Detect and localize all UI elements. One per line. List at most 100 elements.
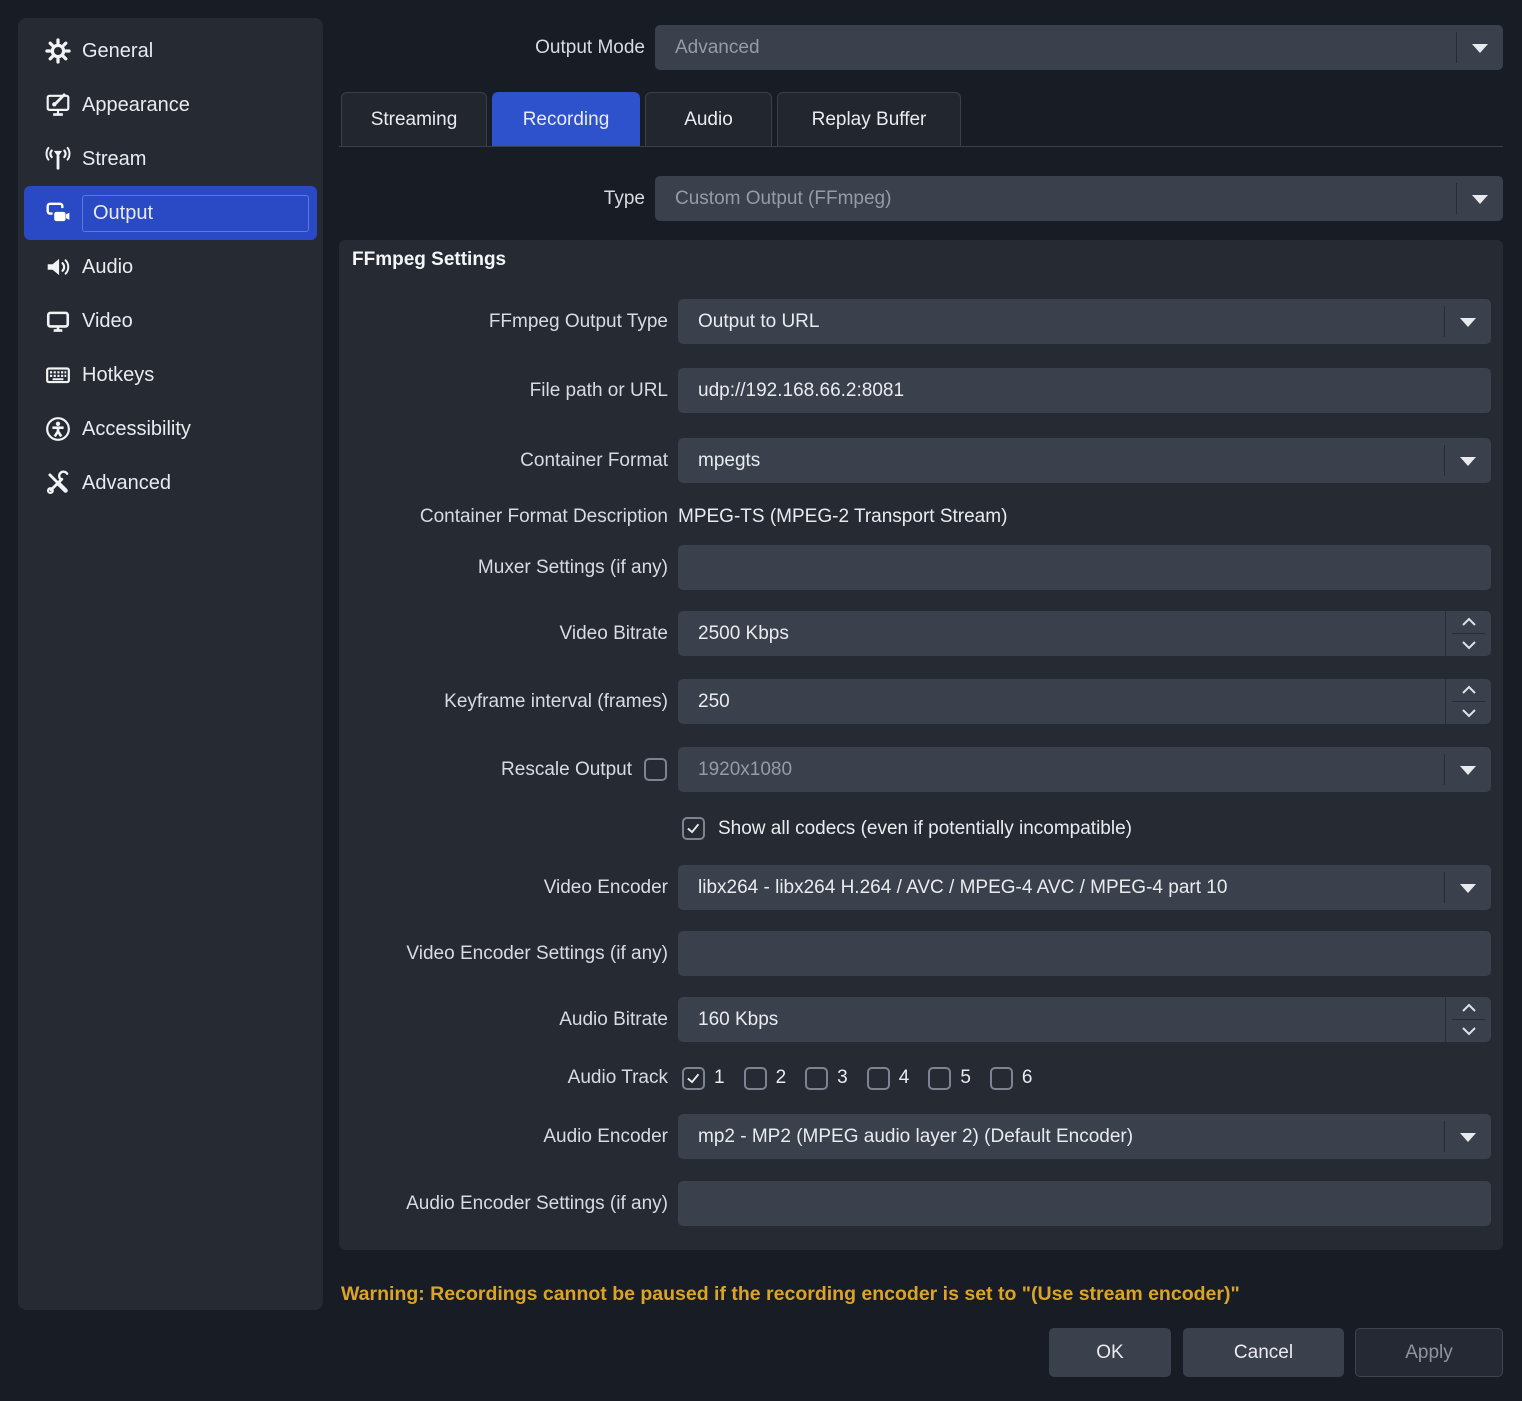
- audio-track-6: 6: [990, 1067, 1033, 1090]
- sidebar-item-label: General: [82, 40, 153, 63]
- show-all-codecs-row: Show all codecs (even if potentially inc…: [339, 817, 1503, 841]
- sidebar-item-hotkeys[interactable]: Hotkeys: [24, 348, 317, 402]
- sidebar-item-label: Advanced: [82, 472, 171, 495]
- sidebar-item-label: Video: [82, 310, 133, 333]
- sidebar-item-label: Output: [82, 195, 309, 232]
- audio-track-row: Audio Track 1 2 3 4: [339, 1066, 1503, 1090]
- recording-type-row: Type Custom Output (FFmpeg): [339, 176, 1503, 221]
- chevron-down-icon: [1472, 44, 1488, 53]
- gear-icon: [44, 37, 72, 65]
- tools-icon: [44, 469, 72, 497]
- spin-down-icon[interactable]: [1446, 634, 1491, 656]
- ffmpeg-output-type-select[interactable]: Output to URL: [678, 299, 1491, 344]
- audio-track-2-checkbox[interactable]: [744, 1067, 767, 1090]
- sidebar-item-label: Hotkeys: [82, 364, 154, 387]
- sidebar-item-advanced[interactable]: Advanced: [24, 456, 317, 510]
- sidebar-item-output[interactable]: Output: [24, 186, 317, 240]
- audio-encoder-settings-input[interactable]: [678, 1181, 1491, 1226]
- container-format-row: Container Format mpegts: [339, 438, 1503, 483]
- chevron-down-icon: [1460, 457, 1476, 466]
- muxer-settings-input[interactable]: [678, 545, 1491, 590]
- container-format-description-value: MPEG-TS (MPEG-2 Transport Stream): [678, 505, 1491, 529]
- tab-audio[interactable]: Audio: [645, 92, 772, 147]
- accessibility-icon: [44, 415, 72, 443]
- video-encoder-row: Video Encoder libx264 - libx264 H.264 / …: [339, 865, 1503, 910]
- audio-track-4-checkbox[interactable]: [867, 1067, 890, 1090]
- muxer-settings-row: Muxer Settings (if any): [339, 545, 1503, 590]
- rescale-output-checkbox[interactable]: [644, 758, 667, 781]
- audio-track-3: 3: [805, 1067, 848, 1090]
- audio-bitrate-spinner[interactable]: 160 Kbps: [678, 997, 1491, 1042]
- ffmpeg-settings-group: FFmpeg Settings FFmpeg Output Type Outpu…: [339, 240, 1503, 1250]
- settings-sidebar: General Appearance: [18, 18, 323, 1310]
- sidebar-item-general[interactable]: General: [24, 24, 317, 78]
- sidebar-item-accessibility[interactable]: Accessibility: [24, 402, 317, 456]
- audio-encoder-row: Audio Encoder mp2 - MP2 (MPEG audio laye…: [339, 1114, 1503, 1159]
- container-format-description-row: Container Format Description MPEG-TS (MP…: [339, 505, 1503, 529]
- ffmpeg-output-type-row: FFmpeg Output Type Output to URL: [339, 299, 1503, 344]
- spin-up-icon[interactable]: [1446, 611, 1491, 633]
- output-mode-select[interactable]: Advanced: [655, 25, 1503, 70]
- chevron-down-icon: [1460, 884, 1476, 893]
- audio-track-checkboxes: 1 2 3 4 5: [682, 1066, 1032, 1090]
- video-encoder-settings-row: Video Encoder Settings (if any): [339, 931, 1503, 976]
- video-encoder-settings-input[interactable]: [678, 931, 1491, 976]
- rescale-resolution-select[interactable]: 1920x1080: [678, 747, 1491, 792]
- audio-track-3-checkbox[interactable]: [805, 1067, 828, 1090]
- sidebar-item-audio[interactable]: Audio: [24, 240, 317, 294]
- video-encoder-select[interactable]: libx264 - libx264 H.264 / AVC / MPEG-4 A…: [678, 865, 1491, 910]
- speaker-icon: [44, 253, 72, 281]
- recording-type-value: Custom Output (FFmpeg): [655, 176, 1503, 221]
- video-bitrate-row: Video Bitrate 2500 Kbps: [339, 611, 1503, 656]
- show-all-codecs-label: Show all codecs (even if potentially inc…: [718, 817, 1132, 841]
- chevron-down-icon: [1460, 318, 1476, 327]
- tab-recording[interactable]: Recording: [492, 92, 640, 147]
- rescale-output-row: Rescale Output 1920x1080: [339, 747, 1503, 792]
- recording-warning-text: Warning: Recordings cannot be paused if …: [341, 1283, 1505, 1306]
- spin-up-icon[interactable]: [1446, 997, 1491, 1019]
- sidebar-item-label: Accessibility: [82, 418, 191, 441]
- file-path-input[interactable]: udp://192.168.66.2:8081: [678, 368, 1491, 413]
- chevron-down-icon: [1460, 1133, 1476, 1142]
- keyframe-interval-spinner[interactable]: 250: [678, 679, 1491, 724]
- sidebar-item-stream[interactable]: Stream: [24, 132, 317, 186]
- file-path-row: File path or URL udp://192.168.66.2:8081: [339, 368, 1503, 413]
- tab-streaming[interactable]: Streaming: [341, 92, 487, 147]
- audio-track-6-checkbox[interactable]: [990, 1067, 1013, 1090]
- tab-pane-border: [339, 146, 1503, 147]
- keyboard-icon: [44, 361, 72, 389]
- audio-track-5: 5: [928, 1067, 971, 1090]
- audio-bitrate-row: Audio Bitrate 160 Kbps: [339, 997, 1503, 1042]
- container-format-select[interactable]: mpegts: [678, 438, 1491, 483]
- keyframe-interval-row: Keyframe interval (frames) 250: [339, 679, 1503, 724]
- recording-type-select[interactable]: Custom Output (FFmpeg): [655, 176, 1503, 221]
- audio-encoder-settings-row: Audio Encoder Settings (if any): [339, 1181, 1503, 1226]
- video-bitrate-spinner[interactable]: 2500 Kbps: [678, 611, 1491, 656]
- ok-button[interactable]: OK: [1049, 1328, 1171, 1377]
- appearance-icon: [44, 91, 72, 119]
- audio-encoder-select[interactable]: mp2 - MP2 (MPEG audio layer 2) (Default …: [678, 1114, 1491, 1159]
- output-mode-row: Output Mode Advanced: [339, 25, 1503, 70]
- audio-track-1: 1: [682, 1067, 725, 1090]
- settings-dialog: General Appearance: [0, 0, 1522, 1401]
- sidebar-item-appearance[interactable]: Appearance: [24, 78, 317, 132]
- sidebar-item-video[interactable]: Video: [24, 294, 317, 348]
- chevron-down-icon: [1460, 766, 1476, 775]
- type-label: Type: [339, 176, 645, 221]
- output-mode-label: Output Mode: [339, 25, 645, 70]
- audio-track-5-checkbox[interactable]: [928, 1067, 951, 1090]
- output-mode-value: Advanced: [655, 25, 1503, 70]
- group-title: FFmpeg Settings: [352, 249, 506, 271]
- apply-button[interactable]: Apply: [1355, 1328, 1503, 1377]
- spin-down-icon[interactable]: [1446, 1020, 1491, 1042]
- show-all-codecs-checkbox[interactable]: [682, 817, 705, 840]
- audio-track-1-checkbox[interactable]: [682, 1067, 705, 1090]
- spin-down-icon[interactable]: [1446, 702, 1491, 724]
- tab-replay-buffer[interactable]: Replay Buffer: [777, 92, 961, 147]
- sidebar-item-label: Stream: [82, 148, 146, 171]
- cancel-button[interactable]: Cancel: [1183, 1328, 1344, 1377]
- audio-track-2: 2: [744, 1067, 787, 1090]
- output-camera-icon: [44, 199, 72, 227]
- sidebar-item-label: Appearance: [82, 94, 190, 117]
- spin-up-icon[interactable]: [1446, 679, 1491, 701]
